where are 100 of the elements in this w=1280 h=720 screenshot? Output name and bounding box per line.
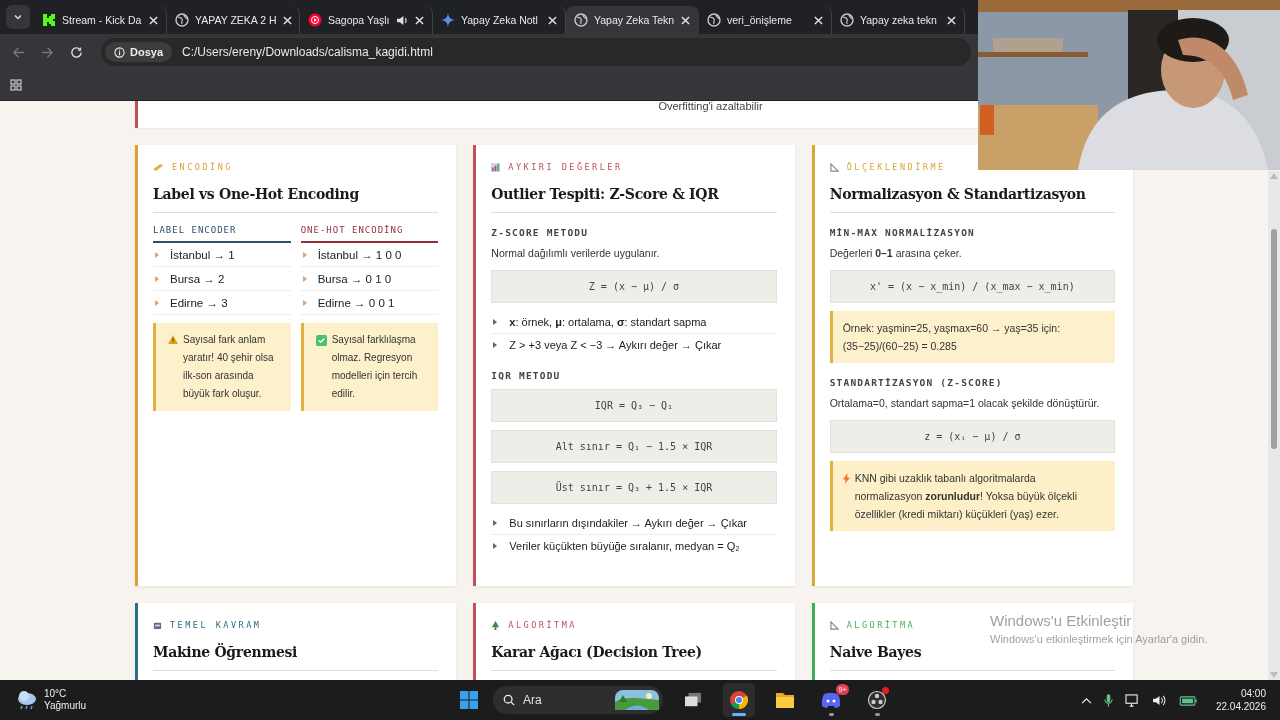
close-icon[interactable] xyxy=(415,15,424,25)
formula-box: Üst sınır = Q₃ + 1.5 × IQR xyxy=(491,471,777,504)
record-app-icon xyxy=(867,690,887,710)
bullet-icon xyxy=(302,300,307,306)
triangle-ruler-icon xyxy=(829,162,839,172)
microphone-icon[interactable] xyxy=(1103,692,1113,708)
date-text: 22.04.2026 xyxy=(1215,700,1266,713)
close-icon[interactable] xyxy=(947,15,956,25)
bullet-text: x: örnek, μ: ortalama, σ: standart sapma xyxy=(509,316,707,328)
start-icon[interactable] xyxy=(459,690,479,710)
sparkle-icon xyxy=(441,13,455,27)
check-icon xyxy=(315,335,327,346)
pencil-icon xyxy=(153,162,164,172)
chevron-up-icon[interactable] xyxy=(1080,696,1092,704)
description-text: Normal dağılımlı verilerde uygulanır. xyxy=(491,246,661,261)
formula-box: IQR = Q₃ − Q₁ xyxy=(491,389,777,422)
card-title: Outlier Tespiti: Z-Score & IQR xyxy=(491,186,777,213)
bullet-text: Bu sınırların dışındakiler → Aykırı değer → Çıkar xyxy=(509,517,747,529)
weather-condition: Yağmurlu xyxy=(44,700,87,712)
speaker-icon[interactable] xyxy=(396,14,409,26)
battery-icon[interactable] xyxy=(1178,694,1198,706)
globe-icon xyxy=(175,13,189,27)
warning-icon xyxy=(168,335,178,344)
list-item-text: İstanbul → 1 xyxy=(170,249,235,261)
close-icon[interactable] xyxy=(681,15,690,25)
category-label: ÖLÇEKLENDİRME xyxy=(846,162,946,172)
category-label: TEMEL KAVRAM xyxy=(170,620,262,630)
cloud-rain-icon xyxy=(16,690,38,710)
bullet-icon xyxy=(155,276,159,282)
apps-grid-icon[interactable] xyxy=(10,79,22,91)
bar-chart-icon xyxy=(491,162,501,172)
tab-title: Yapay zeka tekn xyxy=(860,14,938,26)
globe-icon xyxy=(840,13,854,27)
weather-widget[interactable]: 10°C Yağmurlu xyxy=(0,688,196,712)
chevron-down-icon xyxy=(13,12,23,22)
list-item-text: Edirne → 3 xyxy=(170,297,228,309)
section-heading: Z-SCORE METODU xyxy=(491,227,590,238)
site-info-chip[interactable]: Dosya xyxy=(105,42,173,62)
search-icon xyxy=(503,694,515,706)
back-icon[interactable] xyxy=(12,45,25,59)
formula-box: x' = (x − x_min) / (x_max − x_min) xyxy=(829,270,1115,303)
list-item-text: Bursa → 2 xyxy=(170,273,225,285)
list-item-text: Edirne → 0 0 1 xyxy=(317,297,395,309)
section-heading: STANDARTİZASYON (Z-SCORE) xyxy=(829,377,1004,388)
music-app-icon xyxy=(308,13,322,27)
temperature-text: 10°C xyxy=(44,688,68,700)
list-item-text: İstanbul → 1 0 0 xyxy=(317,249,402,261)
robot-icon xyxy=(153,620,162,630)
globe-icon xyxy=(574,13,588,27)
taskbar-app[interactable] xyxy=(723,683,755,717)
category-label: ENCODİNG xyxy=(172,162,233,172)
card-title: Karar Ağacı (Decision Tree) xyxy=(491,644,777,671)
reload-icon[interactable] xyxy=(70,45,83,59)
forward-icon[interactable] xyxy=(41,45,54,59)
bullet-text: Overfitting'i azaltabilir xyxy=(658,101,763,114)
scrollbar-thumb[interactable] xyxy=(1271,229,1277,449)
search-button[interactable]: Ara xyxy=(493,686,663,714)
bullet-icon xyxy=(493,543,498,549)
scrollbar[interactable] xyxy=(1268,171,1280,680)
category-label: AYKIRI DEĞERLER xyxy=(508,162,623,172)
tab-title: veri_önişleme xyxy=(727,14,793,26)
running-indicator xyxy=(828,713,834,716)
tab-search-button[interactable] xyxy=(6,5,30,29)
card-title: Normalizasyon & Standartizasyon xyxy=(829,186,1115,213)
bullet-text: Z > +3 veya Z < −3 → Aykırı değer → Çıkar xyxy=(509,339,722,351)
category-label: ALGORİTMA xyxy=(846,620,916,630)
volume-icon[interactable] xyxy=(1151,694,1167,706)
url-text: C:/Users/ereny/Downloads/calisma_kagidi.html xyxy=(182,45,433,59)
triangle-ruler-icon xyxy=(829,620,839,630)
card-title: Label vs One-Hot Encoding xyxy=(153,186,439,213)
list-item-text: Bursa → 0 1 0 xyxy=(317,273,392,285)
tab-title: Yapay Zeka Notl xyxy=(461,14,539,26)
kick-logo-icon xyxy=(42,13,56,27)
note-text: Sayısal fark anlam yaratır! 40 şehir olsa ilk-son arasında büyük fark oluşur. xyxy=(183,333,275,401)
card-title: Makine Öğrenmesi xyxy=(153,644,439,671)
close-icon[interactable] xyxy=(548,15,557,25)
globe-icon xyxy=(707,13,721,27)
category-label: ALGORİTMA xyxy=(508,620,577,630)
tab-title: Stream - Kick Da xyxy=(62,14,143,26)
task-view-icon xyxy=(684,692,702,708)
tree-icon xyxy=(491,620,501,630)
card-title: Naive Bayes xyxy=(829,644,1115,671)
address-bar[interactable]: Dosya C:/Users/ereny/Downloads/calisma_kagidi.html xyxy=(101,38,971,66)
close-icon[interactable] xyxy=(814,15,823,25)
browser-tab[interactable]: Yapay Zeka Tekn xyxy=(566,6,699,34)
folder-icon xyxy=(775,691,795,709)
column-heading: LABEL ENCODER xyxy=(153,225,291,243)
tab-title: Yapay Zeka Tekn xyxy=(594,14,675,26)
network-icon[interactable] xyxy=(1124,693,1140,707)
lightning-icon xyxy=(842,473,850,484)
description-text: Değerleri 0–1 arasına çeker. xyxy=(829,246,963,261)
close-icon[interactable] xyxy=(282,15,292,25)
clock[interactable]: 04:00 22.04.2026 xyxy=(1215,687,1266,713)
close-icon[interactable] xyxy=(149,15,158,25)
time-text: 04:00 xyxy=(1240,687,1266,700)
section-heading: MİN-MAX NORMALİZASYON xyxy=(829,227,976,238)
info-icon xyxy=(114,46,125,58)
bullet-icon xyxy=(155,300,159,306)
activation-text: Windows'u etkinleştirmek için Ayarlar'a gidin. xyxy=(990,633,1208,645)
formula-box: z = (xᵢ − μ) / σ xyxy=(829,420,1115,453)
